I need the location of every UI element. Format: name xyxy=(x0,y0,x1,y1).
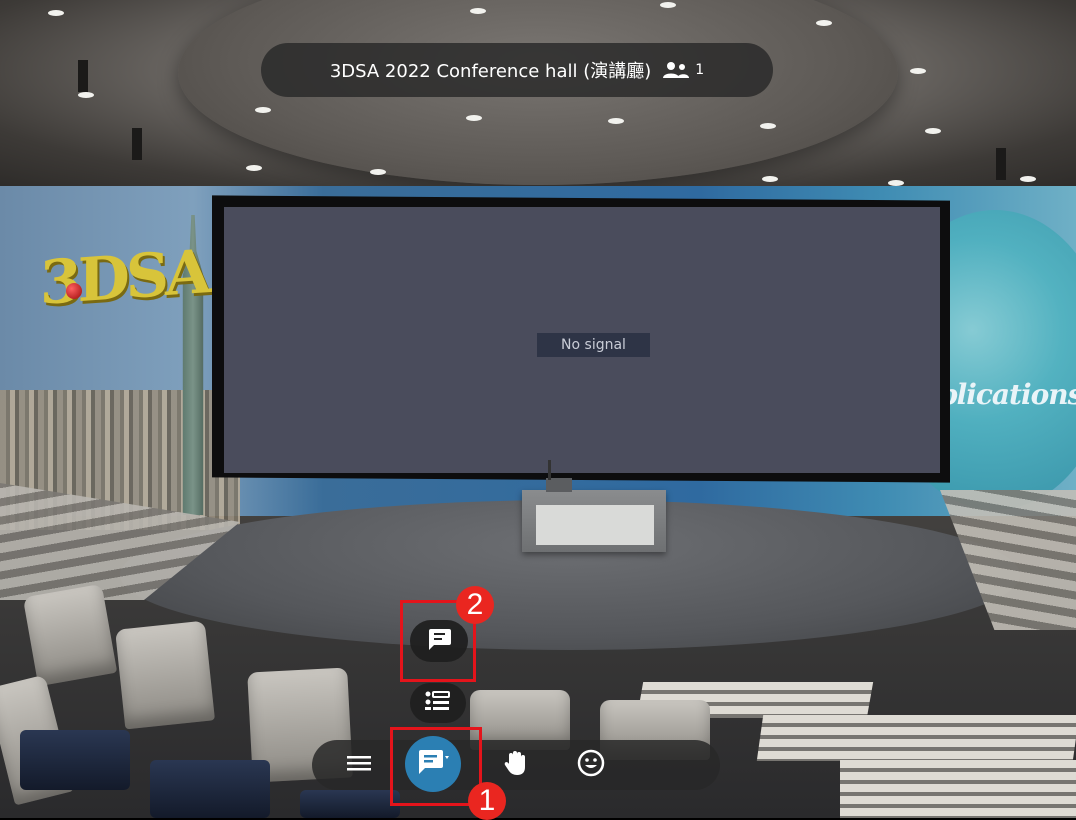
list-icon xyxy=(423,690,453,716)
emoji-button[interactable] xyxy=(576,748,606,782)
seat-cushion xyxy=(150,760,270,818)
ceiling-light xyxy=(925,128,941,134)
ceiling-light xyxy=(760,123,776,129)
ceiling-light xyxy=(246,165,262,171)
seat xyxy=(22,583,118,687)
microphone xyxy=(548,460,551,480)
ceiling-light xyxy=(816,20,832,26)
podium-panel xyxy=(536,505,654,545)
bottom-toolbar xyxy=(312,736,720,792)
ceiling-light xyxy=(255,107,271,113)
ceiling-pillar xyxy=(78,60,88,92)
room-title: 3DSA 2022 Conference hall (演講廳) xyxy=(329,61,652,82)
3dsa-logo: 3DSA xyxy=(40,237,208,319)
bench xyxy=(756,715,1076,761)
seat-cushion xyxy=(300,790,400,818)
ceiling-light xyxy=(910,68,926,74)
virtual-conference-scene[interactable]: plications 3DSA No signal xyxy=(0,0,1076,818)
ceiling-light xyxy=(470,8,486,14)
ceiling-light xyxy=(466,115,482,121)
room-title-bar[interactable]: 3DSA 2022 Conference hall (演講廳) 1 xyxy=(261,43,773,97)
ceiling-light xyxy=(1020,176,1036,182)
logo-ball xyxy=(66,283,82,299)
ceiling-light xyxy=(660,2,676,8)
backdrop-text: plications xyxy=(938,378,1076,411)
participant-list-option-button[interactable] xyxy=(410,683,466,723)
emoji-icon xyxy=(576,748,606,782)
ceiling-pillar xyxy=(132,128,142,160)
menu-icon xyxy=(345,753,373,777)
no-signal-label: No signal xyxy=(537,333,650,357)
ceiling-light xyxy=(370,169,386,175)
ceiling-pillar xyxy=(996,148,1006,180)
raise-hand-icon xyxy=(500,748,530,782)
podium-lectern xyxy=(546,478,572,492)
raise-hand-button[interactable] xyxy=(500,750,530,780)
ceiling-light xyxy=(78,92,94,98)
people-icon xyxy=(661,61,691,79)
ceiling-light xyxy=(762,176,778,182)
seat xyxy=(115,620,215,730)
participant-count: 1 xyxy=(695,62,705,78)
ceiling-light xyxy=(48,10,64,16)
bench xyxy=(840,760,1076,818)
ceiling-light xyxy=(608,118,624,124)
step-badge-2: 2 xyxy=(456,586,494,624)
menu-button[interactable] xyxy=(344,752,374,778)
step-badge-1: 1 xyxy=(468,782,506,820)
seat-cushion xyxy=(20,730,130,790)
